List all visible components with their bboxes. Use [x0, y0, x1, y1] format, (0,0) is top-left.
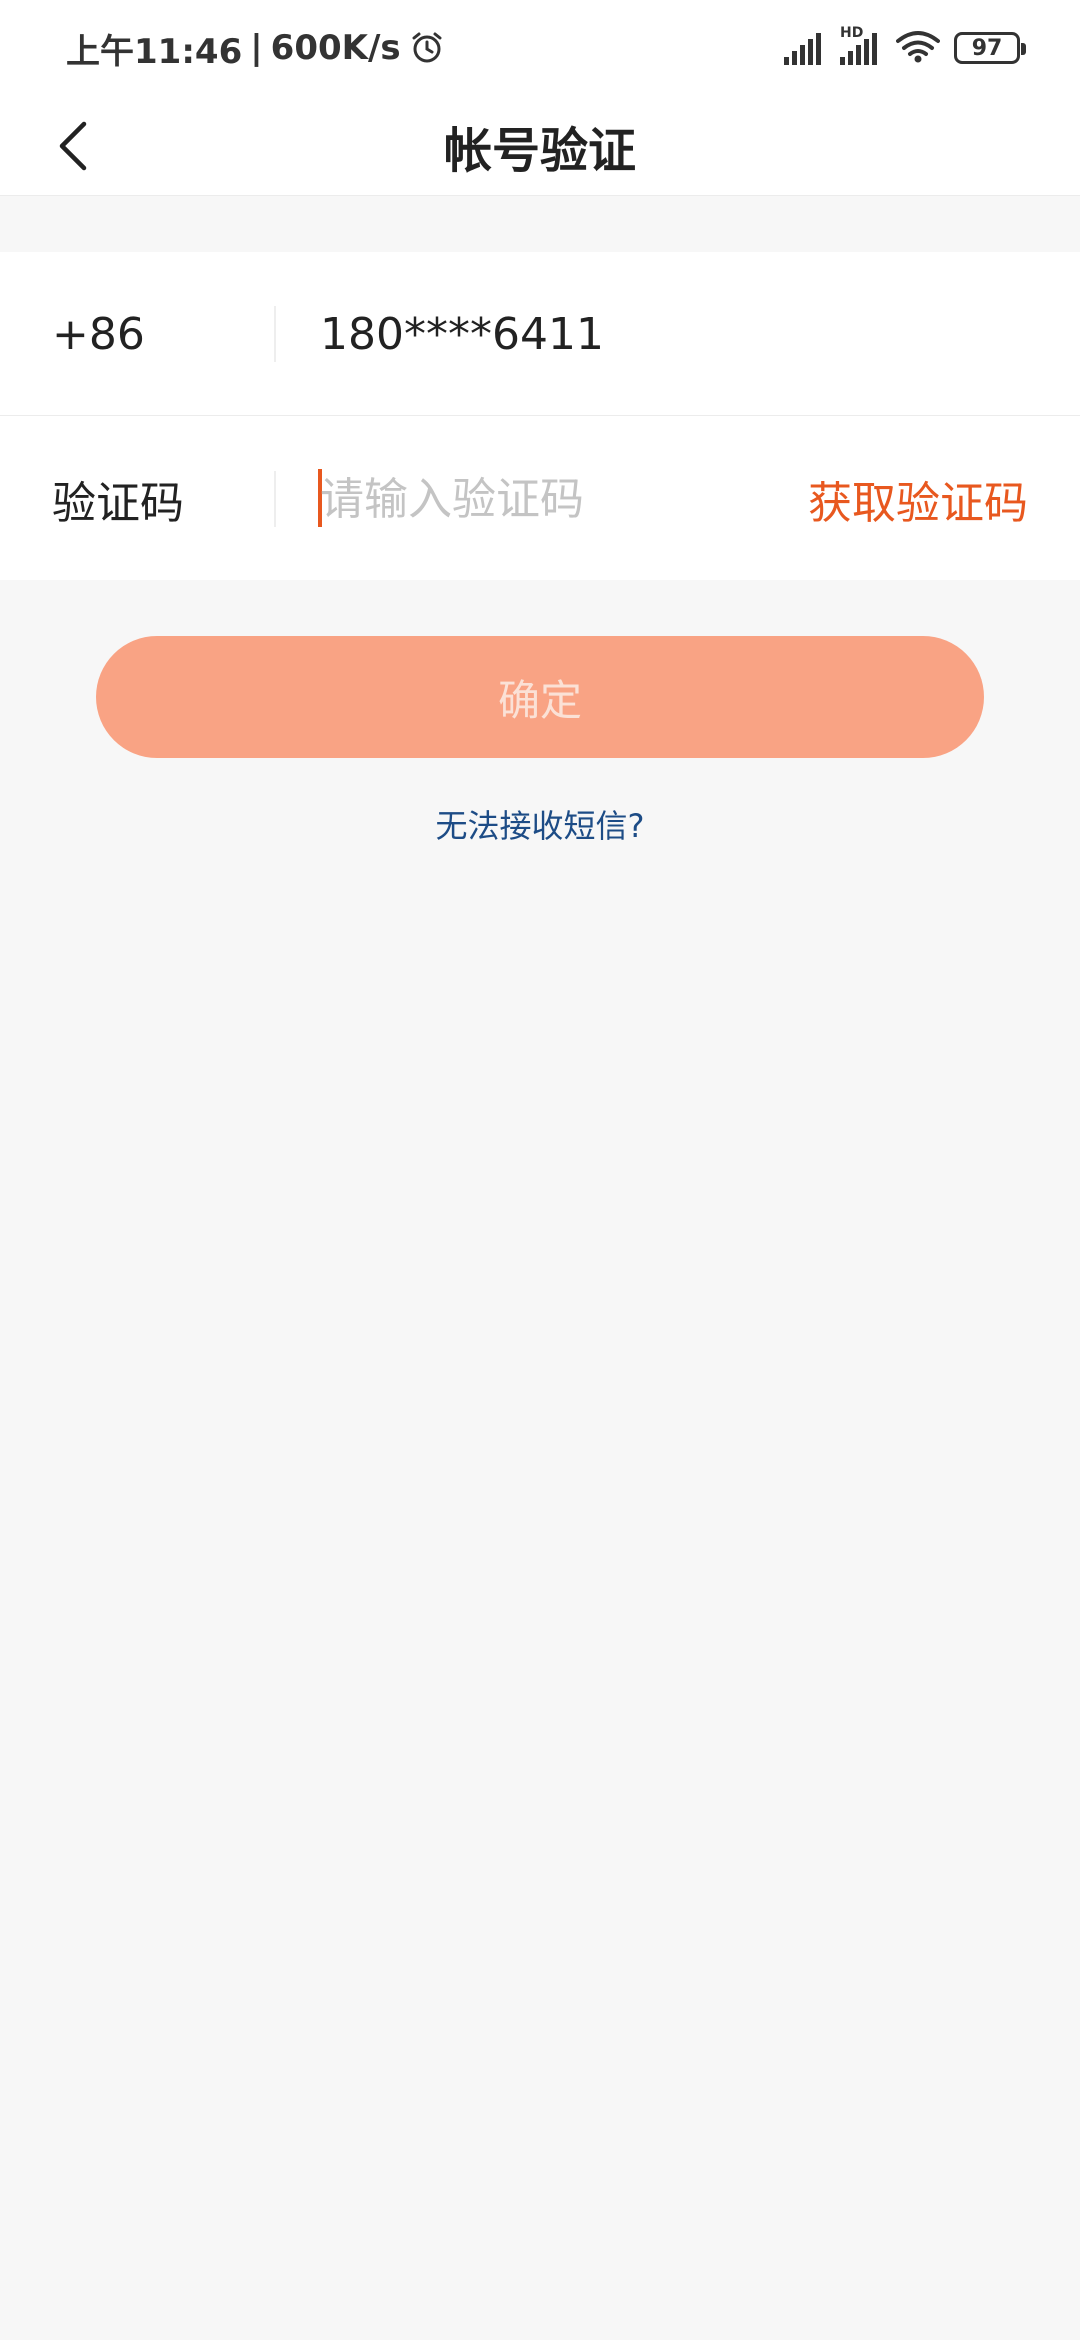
code-row: 验证码 获取验证码: [0, 417, 1080, 581]
signal-icon: [784, 31, 826, 65]
verification-form: +86 180****6411 验证码 获取验证码: [0, 252, 1080, 580]
confirm-button[interactable]: 确定: [96, 636, 984, 758]
wifi-icon: [896, 29, 940, 67]
verification-code-input[interactable]: [320, 461, 760, 537]
page-title: 帐号验证: [443, 123, 636, 179]
status-bar: 上午11:46 | 600K/s HD 97: [0, 0, 1080, 96]
hd-signal-icon: HD: [840, 25, 882, 65]
row-divider: [274, 471, 276, 527]
battery-level: 97: [971, 35, 1003, 61]
status-time: 上午11:46: [66, 31, 243, 72]
status-left: 上午11:46 | 600K/s: [66, 26, 445, 72]
get-code-button[interactable]: 获取验证码: [808, 417, 1028, 581]
country-code[interactable]: +86: [52, 252, 145, 416]
alarm-icon: [409, 30, 445, 66]
status-separator: |: [250, 28, 263, 68]
header: 帐号验证: [0, 96, 1080, 196]
status-right: HD 97: [784, 25, 1026, 70]
network-speed: 600K/s: [270, 28, 401, 68]
chevron-left-icon: [59, 121, 87, 171]
hd-label: HD: [840, 25, 864, 41]
row-divider: [274, 306, 276, 362]
phone-row: +86 180****6411: [0, 252, 1080, 416]
cannot-receive-sms-link[interactable]: 无法接收短信?: [0, 800, 1080, 848]
back-button[interactable]: [36, 108, 112, 184]
phone-number: 180****6411: [320, 308, 604, 360]
battery-icon: 97: [954, 32, 1026, 64]
code-label: 验证码: [52, 478, 184, 529]
